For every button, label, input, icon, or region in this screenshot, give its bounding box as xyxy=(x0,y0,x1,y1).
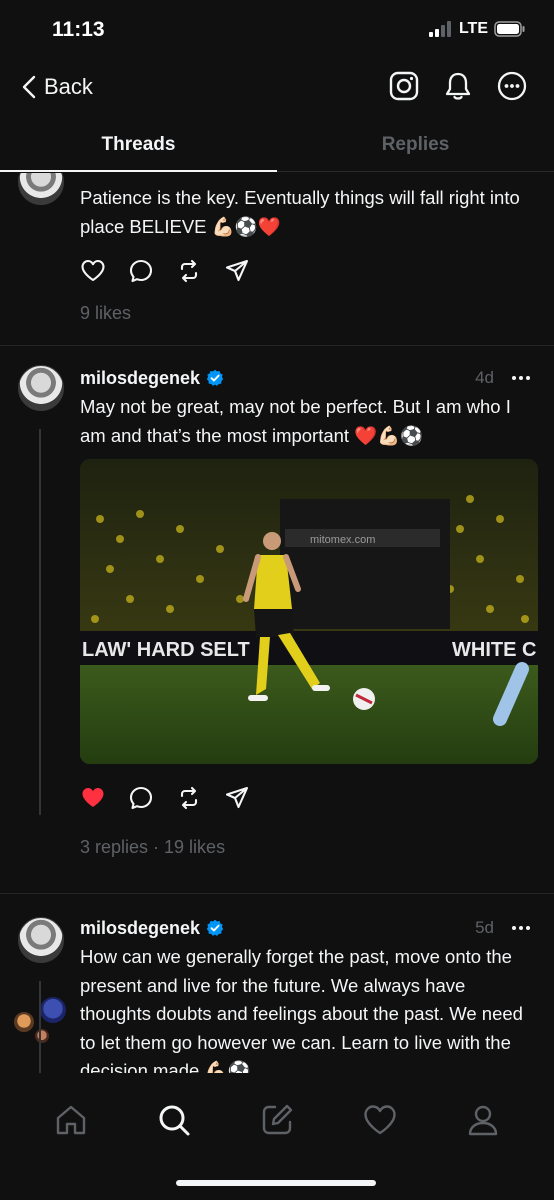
post-header: milosdegenek 5d xyxy=(80,915,532,941)
post-actions xyxy=(80,258,250,284)
status-time: 11:13 xyxy=(52,18,105,41)
back-label: Back xyxy=(44,74,93,99)
verified-badge-icon xyxy=(206,919,224,936)
home-indicator xyxy=(176,1180,376,1186)
tab-bar-items xyxy=(0,1102,554,1138)
reply-avatar[interactable] xyxy=(12,1010,36,1034)
divider xyxy=(0,345,554,346)
more-icon[interactable] xyxy=(510,367,532,389)
verified-badge-icon xyxy=(206,369,224,386)
signal-icon xyxy=(428,21,451,37)
more-icon[interactable] xyxy=(510,917,532,939)
heart-icon[interactable] xyxy=(362,1102,398,1138)
battery-icon xyxy=(494,21,525,37)
reply-avatar[interactable] xyxy=(38,995,68,1025)
tab-threads[interactable]: Threads xyxy=(0,126,277,172)
compose-icon[interactable] xyxy=(259,1102,295,1138)
network-label: LTE xyxy=(458,20,488,37)
share-icon[interactable] xyxy=(224,785,250,811)
stadium-banner: mitomex.com xyxy=(310,534,375,546)
repost-icon[interactable] xyxy=(176,258,202,284)
threads-feed[interactable]: Patience is the key. Eventually things w… xyxy=(0,173,554,1073)
reply-avatar[interactable] xyxy=(33,1027,51,1045)
post-time: 5d xyxy=(475,918,494,937)
heart-filled-icon[interactable] xyxy=(80,785,106,811)
profile-tabs: Threads Replies xyxy=(0,126,554,172)
profile-icon[interactable] xyxy=(465,1102,501,1138)
ad-board-right: WHITE C xyxy=(452,639,536,661)
more-circle-icon[interactable] xyxy=(496,70,528,102)
divider xyxy=(0,893,554,894)
repost-icon[interactable] xyxy=(176,785,202,811)
thread-line xyxy=(39,429,41,815)
replies-likes-count[interactable]: 3 replies · 19 likes xyxy=(80,837,225,858)
avatar[interactable] xyxy=(18,365,64,411)
post-text: May not be great, may not be perfect. Bu… xyxy=(80,396,511,446)
chevron-left-icon xyxy=(22,75,36,99)
nav-bar: Back xyxy=(0,62,554,116)
home-icon[interactable] xyxy=(53,1102,89,1138)
soccer-photo: mitomex.com LAW' HARD SELT WHITE C xyxy=(80,459,538,764)
status-indicators: LTE xyxy=(428,20,526,38)
comment-icon[interactable] xyxy=(128,258,154,284)
post-text: Patience is the key. Eventually things w… xyxy=(80,187,520,237)
comment-icon[interactable] xyxy=(128,785,154,811)
post-actions xyxy=(80,785,250,811)
status-bar: 11:13 LTE xyxy=(0,0,554,60)
post-time: 4d xyxy=(475,368,494,387)
back-button[interactable]: Back xyxy=(22,74,93,100)
post-text: How can we generally forget the past, mo… xyxy=(80,946,523,1073)
tab-replies[interactable]: Replies xyxy=(277,126,554,171)
share-icon[interactable] xyxy=(224,258,250,284)
post-image[interactable]: mitomex.com LAW' HARD SELT WHITE C xyxy=(80,459,538,764)
avatar[interactable] xyxy=(18,173,64,205)
heart-icon[interactable] xyxy=(80,258,106,284)
ad-board-left: LAW' HARD SELT xyxy=(82,639,250,661)
likes-count[interactable]: 9 likes xyxy=(80,303,131,324)
avatar[interactable] xyxy=(18,917,64,963)
search-icon[interactable] xyxy=(156,1102,192,1138)
bottom-tab-bar xyxy=(0,1088,554,1200)
instagram-icon[interactable] xyxy=(388,70,420,102)
nav-actions xyxy=(388,70,528,102)
bell-icon[interactable] xyxy=(442,70,474,102)
thread-line xyxy=(39,981,41,1073)
username[interactable]: milosdegenek xyxy=(80,918,200,939)
post-header: milosdegenek 4d xyxy=(80,365,532,391)
username[interactable]: milosdegenek xyxy=(80,368,200,389)
